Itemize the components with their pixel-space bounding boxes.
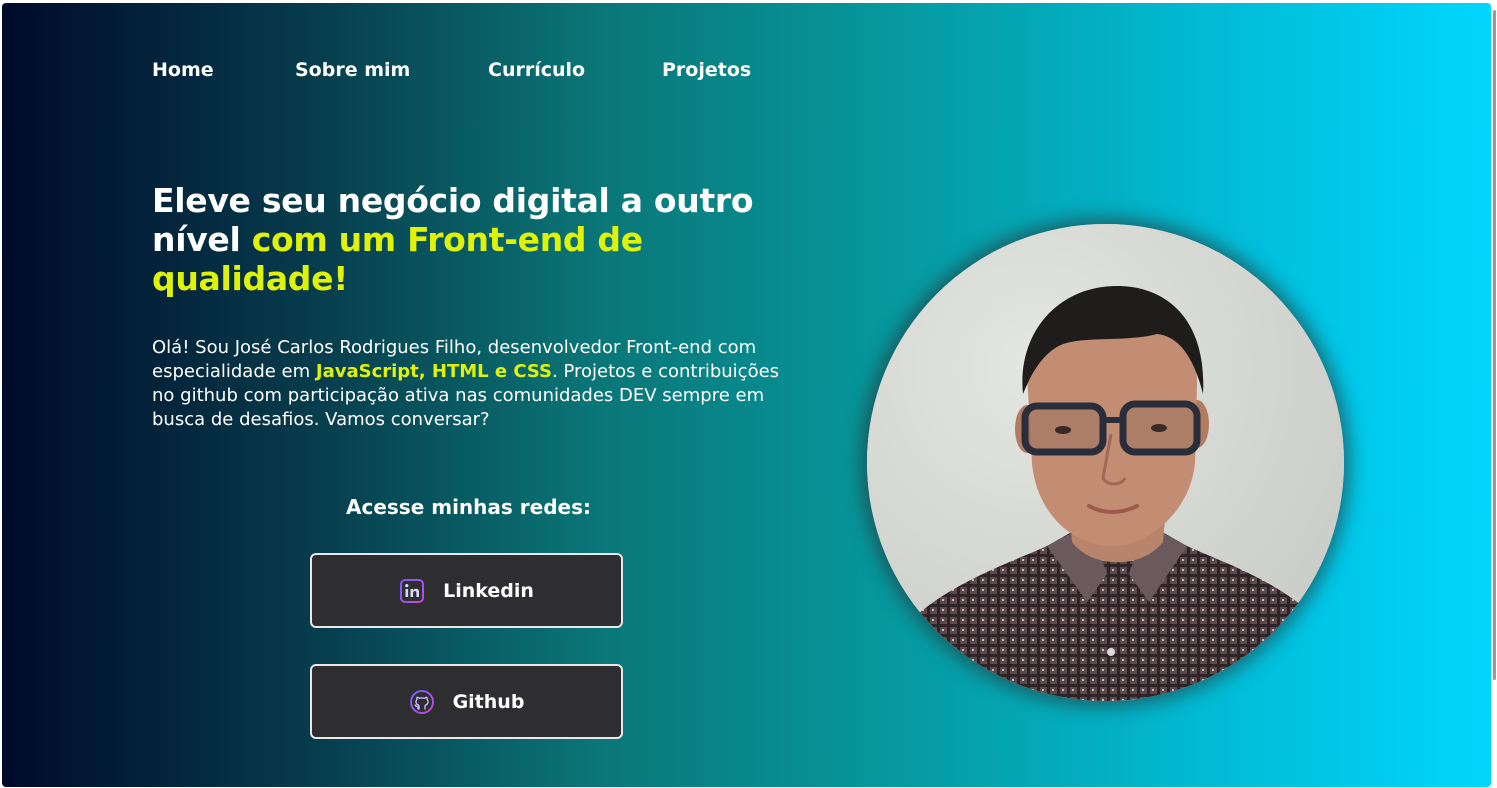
github-label: Github bbox=[452, 690, 525, 713]
profile-photo bbox=[867, 224, 1344, 701]
scrollbar-track[interactable] bbox=[1491, 0, 1497, 788]
networks-title: Acesse minhas redes: bbox=[346, 495, 591, 519]
nav-sobre-mim[interactable]: Sobre mim bbox=[295, 59, 410, 81]
headline: Eleve seu negócio digital a outro nível … bbox=[152, 181, 792, 298]
linkedin-icon bbox=[399, 578, 425, 604]
intro-paragraph: Olá! Sou José Carlos Rodrigues Filho, de… bbox=[152, 336, 792, 432]
intro-highlight: JavaScript, HTML e CSS bbox=[315, 361, 553, 382]
nav-projetos[interactable]: Projetos bbox=[662, 59, 751, 81]
nav-home[interactable]: Home bbox=[152, 59, 214, 81]
nav-curriculo[interactable]: Currículo bbox=[488, 59, 585, 81]
scrollbar-thumb[interactable] bbox=[1493, 10, 1496, 680]
linkedin-label: Linkedin bbox=[443, 579, 534, 602]
linkedin-button[interactable]: Linkedin bbox=[310, 553, 623, 628]
hero-section: Home Sobre mim Currículo Projetos Eleve … bbox=[2, 3, 1491, 787]
github-icon bbox=[409, 689, 435, 715]
github-button[interactable]: Github bbox=[310, 664, 623, 739]
